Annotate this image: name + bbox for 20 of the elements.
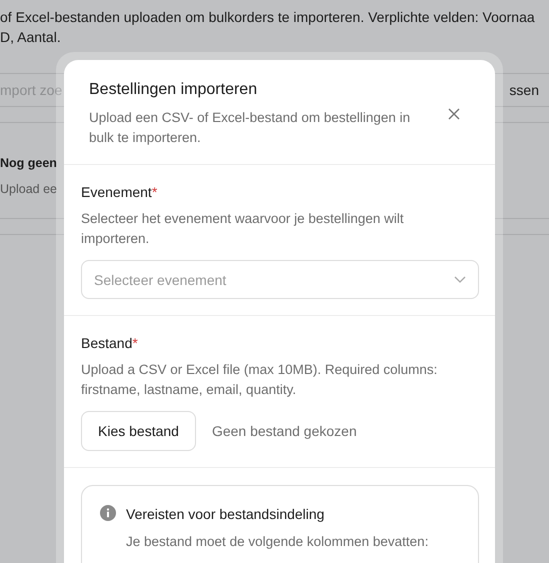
dialog-title: Bestellingen importeren	[89, 80, 258, 100]
choose-file-button[interactable]: Kies bestand	[81, 411, 196, 451]
page-button[interactable]: ssen	[509, 81, 539, 99]
required-mark: *	[132, 335, 138, 351]
field-description: Selecteer het evenement waarvoor je bestellingen wilt importeren.	[81, 210, 405, 248]
info-title: Vereisten voor bestandsindeling	[126, 505, 326, 524]
file-status: Geen bestand gekozen	[212, 423, 357, 439]
chevron-down-icon	[454, 276, 466, 283]
empty-title: Nog geen	[0, 156, 57, 170]
page-description: D, Aantal.	[0, 28, 61, 47]
field-label: Evenement*	[81, 183, 158, 202]
page-description: of Excel-bestanden uploaden om bulkorders te importeren. Verplichte velden: Voornaa	[0, 8, 535, 27]
field-label: Bestand*	[81, 334, 139, 353]
required-mark: *	[152, 184, 158, 200]
close-icon[interactable]	[448, 108, 460, 120]
info-text: Je bestand moet de volgende kolommen bevatten:	[126, 533, 428, 551]
field-description: Upload a CSV or Excel file (max 10MB). Required columns: firstname, lastname, email, quantity.	[81, 361, 438, 399]
empty-text: Upload ee	[0, 182, 57, 196]
info-icon	[100, 505, 116, 521]
dialog-subtitle: Upload een CSV- of Excel-bestand om bestellingen in bulk te importeren.	[89, 109, 412, 147]
